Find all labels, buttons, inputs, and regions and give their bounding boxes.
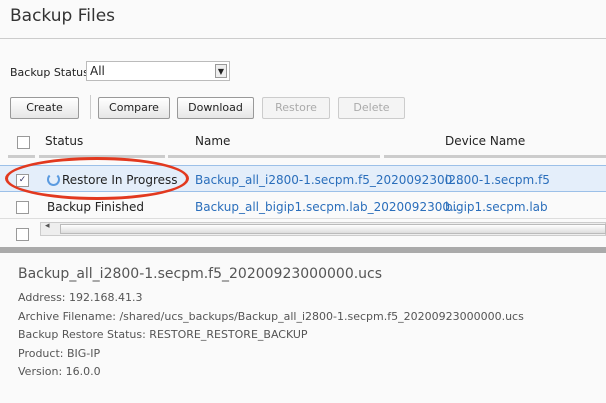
pane-splitter[interactable]: [0, 247, 606, 253]
chevron-down-icon[interactable]: ▼: [215, 64, 227, 78]
column-header-status[interactable]: Status: [45, 134, 83, 148]
column-header-device-name[interactable]: Device Name: [445, 134, 525, 148]
detail-product: Product: BIG-IP: [18, 347, 101, 360]
column-resize-bar: [384, 155, 606, 158]
row-name-link[interactable]: Backup_all_bigip1.secpm.lab_2020092300..…: [195, 200, 461, 214]
divider: [0, 38, 606, 39]
restore-button[interactable]: Restore: [262, 97, 330, 119]
backup-status-select[interactable]: All ▼: [86, 61, 230, 81]
detail-address: Address: 192.168.41.3: [18, 291, 143, 304]
row-name-link[interactable]: Backup_all_i2800-1.secpm.f5_2020092300..…: [195, 173, 464, 187]
column-resize-bar: [8, 155, 35, 158]
toolbar-separator: [90, 95, 91, 119]
row-status: Backup Finished: [47, 200, 144, 214]
backup-status-value: All: [90, 64, 105, 78]
detail-title: Backup_all_i2800-1.secpm.f5_202009230000…: [18, 266, 383, 282]
row-checkbox[interactable]: [16, 201, 29, 214]
row-checkbox[interactable]: [16, 228, 29, 241]
create-button[interactable]: Create: [10, 97, 79, 119]
detail-archive-filename: Archive Filename: /shared/ucs_backups/Ba…: [18, 310, 524, 323]
delete-button[interactable]: Delete: [338, 97, 405, 119]
column-header-name[interactable]: Name: [195, 134, 230, 148]
row-device-link[interactable]: i2800-1.secpm.f5: [445, 173, 550, 187]
scrollbar-thumb[interactable]: [60, 224, 606, 234]
detail-restore-status: Backup Restore Status: RESTORE_RESTORE_B…: [18, 328, 308, 341]
row-device-link[interactable]: bigip1.secpm.lab: [445, 200, 548, 214]
select-all-checkbox[interactable]: [17, 136, 30, 149]
row-divider: [0, 218, 606, 219]
detail-version: Version: 16.0.0: [18, 365, 101, 378]
column-resize-bar: [168, 155, 380, 158]
backup-status-label: Backup Status:: [10, 66, 93, 79]
page-title: Backup Files: [10, 6, 116, 26]
compare-button[interactable]: Compare: [98, 97, 170, 119]
highlight-annotation: [5, 157, 189, 200]
download-button[interactable]: Download: [177, 97, 254, 119]
scroll-left-icon[interactable]: ◂: [45, 221, 50, 231]
